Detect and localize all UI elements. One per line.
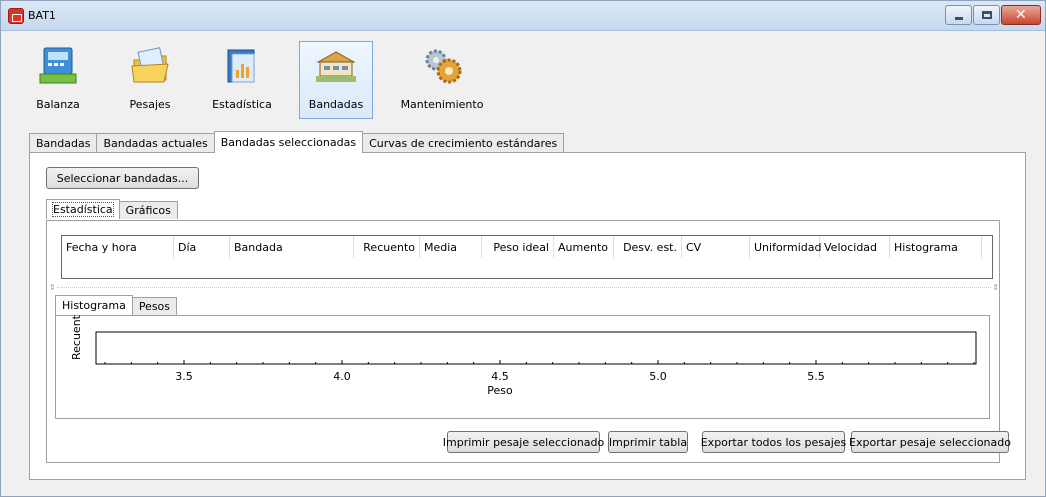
- minimize-button[interactable]: [945, 5, 972, 25]
- sub-tabstrip: Estadística Gráficos: [46, 199, 178, 219]
- tab-histograma[interactable]: Histograma: [55, 295, 133, 315]
- export-all-weighings-button[interactable]: Exportar todos los pesajes: [701, 431, 846, 453]
- toolbar-item-mantenimiento[interactable]: Mantenimiento: [396, 41, 488, 119]
- window-title: BAT1: [28, 9, 56, 22]
- app-window: BAT1 ✕ Balanza Pesajes Estadística Banda…: [0, 0, 1046, 497]
- statistics-panel: Fecha y hora Día Bandada Recuento Media …: [46, 220, 1011, 463]
- column-header[interactable]: Uniformidad: [750, 236, 822, 258]
- scale-icon: [39, 47, 77, 84]
- tab-bandadas-seleccionadas[interactable]: Bandadas seleccionadas: [213, 131, 364, 153]
- select-flocks-button[interactable]: Seleccionar bandadas...: [46, 167, 199, 189]
- column-header[interactable]: Recuento: [354, 236, 420, 258]
- splitter-grip-icon: ⇕: [992, 283, 999, 292]
- column-header[interactable]: Velocidad: [820, 236, 890, 258]
- print-selected-weighing-button[interactable]: Imprimir pesaje seleccionado: [443, 431, 604, 453]
- main-tabstrip: Bandadas Bandadas actuales Bandadas sele…: [29, 131, 565, 153]
- tab-graficos[interactable]: Gráficos: [118, 201, 178, 219]
- column-header[interactable]: Bandada: [230, 236, 354, 258]
- tab-estadistica-label: Estadística: [52, 202, 114, 217]
- x-tick-label: 3.5: [175, 370, 193, 383]
- column-header[interactable]: Aumento: [554, 236, 614, 258]
- column-header[interactable]: Fecha y hora: [62, 236, 174, 258]
- export-selected-weighing-button[interactable]: Exportar pesaje seleccionado: [849, 431, 1011, 453]
- gears-icon: [425, 49, 462, 84]
- x-tick-label: 4.5: [491, 370, 509, 383]
- poultry-house-icon: [316, 51, 356, 82]
- toolbar-item-pesajes[interactable]: Pesajes: [119, 41, 181, 119]
- x-axis-label: Peso: [487, 384, 513, 397]
- tab-curvas-crecimiento[interactable]: Curvas de crecimiento estándares: [362, 133, 565, 153]
- toolbar-label-bandadas: Bandadas: [308, 98, 364, 111]
- title-bar: BAT1 ✕: [1, 1, 1045, 31]
- main-tab-panel: Seleccionar bandadas... Estadística Gráf…: [29, 152, 1026, 480]
- toolbar-item-balanza[interactable]: Balanza: [29, 41, 87, 119]
- chart-tabstrip: Histograma Pesos: [55, 295, 178, 315]
- splitter[interactable]: ⇕ ⇕: [49, 283, 999, 292]
- toolbar-item-estadistica[interactable]: Estadística: [209, 41, 275, 119]
- histogram-chart: 3.5 4.0 4.5 5.0 5.5 Peso: [95, 331, 977, 397]
- table-header: Fecha y hora Día Bandada Recuento Media …: [62, 236, 992, 258]
- maximize-icon: [982, 11, 992, 19]
- app-icon: [8, 8, 24, 24]
- minimize-icon: [955, 17, 963, 20]
- histogram-panel: Recuento 3.5 4.0 4.5 5.0 5.5 Peso: [55, 308, 990, 419]
- tab-estadistica[interactable]: Estadística: [46, 199, 120, 219]
- folder-icon: [131, 47, 169, 83]
- tab-bandadas-actuales[interactable]: Bandadas actuales: [96, 133, 215, 153]
- column-header[interactable]: Histograma: [890, 236, 982, 258]
- column-header[interactable]: Día: [174, 236, 230, 258]
- toolbar-label-pesajes: Pesajes: [129, 98, 171, 111]
- print-table-button[interactable]: Imprimir tabla: [608, 431, 688, 453]
- splitter-line: [57, 287, 991, 288]
- column-header[interactable]: Desv. est.: [614, 236, 682, 258]
- x-tick-label: 4.0: [333, 370, 351, 383]
- tab-bandadas[interactable]: Bandadas: [29, 133, 98, 153]
- x-tick-label: 5.0: [649, 370, 667, 383]
- x-tick-label: 5.5: [807, 370, 825, 383]
- column-header[interactable]: Media: [420, 236, 482, 258]
- close-button[interactable]: ✕: [1001, 5, 1041, 25]
- column-header[interactable]: CV: [682, 236, 750, 258]
- tab-pesos[interactable]: Pesos: [131, 297, 178, 315]
- toolbar-label-balanza: Balanza: [36, 98, 80, 111]
- toolbar-item-bandadas[interactable]: Bandadas: [299, 41, 373, 119]
- toolbar-label-mantenimiento: Mantenimiento: [400, 98, 484, 111]
- close-icon: ✕: [1015, 7, 1027, 23]
- splitter-grip-icon: ⇕: [49, 283, 56, 292]
- statistics-table[interactable]: Fecha y hora Día Bandada Recuento Media …: [61, 235, 993, 279]
- toolbar-label-estadistica: Estadística: [212, 98, 272, 111]
- maximize-button[interactable]: [973, 5, 1000, 25]
- main-toolbar: Balanza Pesajes Estadística Bandadas Man…: [1, 32, 1045, 122]
- statistics-icon: [227, 49, 255, 83]
- column-header[interactable]: Peso ideal: [482, 236, 554, 258]
- plot-area: [95, 331, 977, 365]
